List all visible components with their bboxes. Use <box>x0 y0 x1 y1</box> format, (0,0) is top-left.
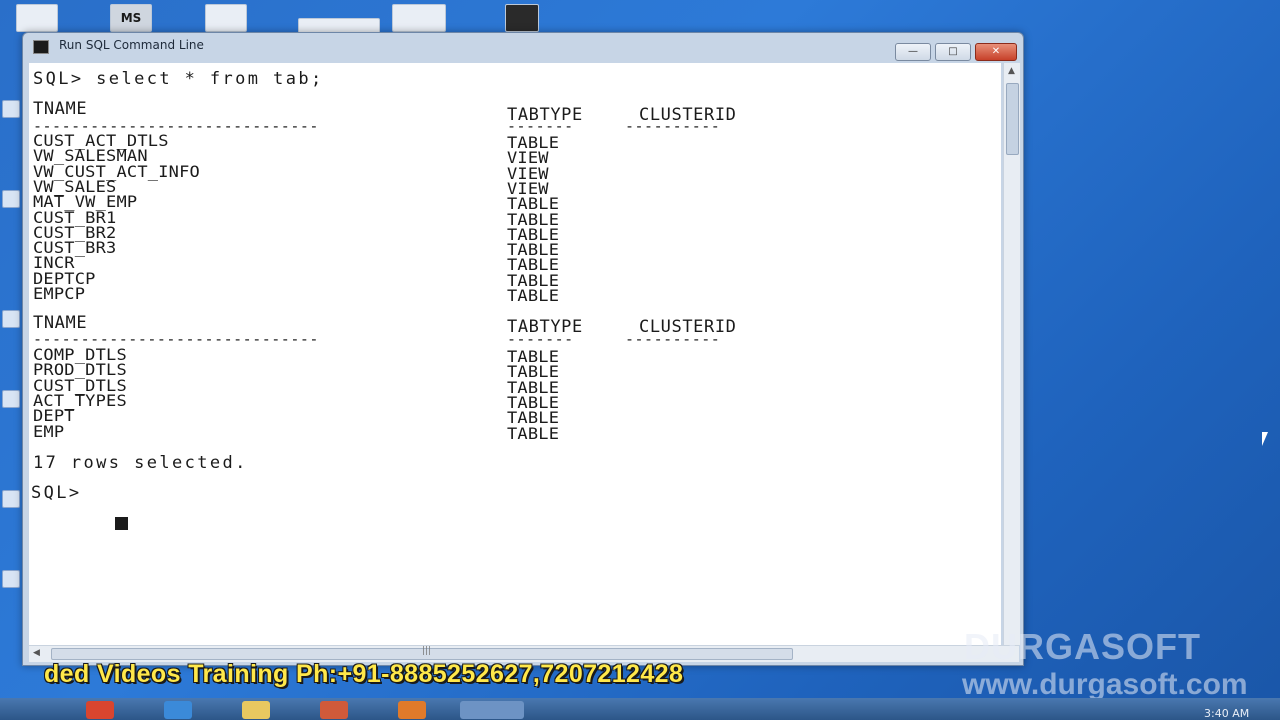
title-bar[interactable]: Run SQL Command Line — □ ✕ <box>23 33 1023 61</box>
table-row-name: MAT_VW_EMP <box>33 193 138 212</box>
header-underline: ---------- <box>625 330 721 348</box>
table-row-name: DEPT <box>33 407 75 426</box>
table-row-name: DEPTCP <box>33 269 96 289</box>
table-row-type: TABLE <box>507 241 560 260</box>
table-row-name: VW_SALES <box>33 178 117 197</box>
scroll-up-arrow-icon[interactable]: ▲ <box>1006 65 1017 77</box>
sql-prompt: SQL> <box>31 483 82 503</box>
table-row-type: TABLE <box>507 287 560 306</box>
console-app-icon <box>33 40 49 54</box>
sql-command-window: Run SQL Command Line — □ ✕ SQL> select *… <box>22 32 1024 666</box>
explorer-taskbar-icon[interactable] <box>242 701 270 719</box>
desktop-app-icon[interactable] <box>2 100 20 118</box>
desktop: MS Run SQL Command Line — □ ✕ SQL> selec… <box>0 0 1280 720</box>
desktop-console-icon[interactable] <box>505 4 539 32</box>
minimize-button[interactable]: — <box>895 43 931 61</box>
table-row-name: INCR <box>33 254 75 274</box>
table-row-name: CUST_DTLS <box>33 376 127 396</box>
text-cursor <box>115 517 128 530</box>
scroll-left-arrow-icon[interactable]: ◀ <box>33 648 40 658</box>
desktop-shortcut-icon[interactable] <box>392 4 446 32</box>
site-watermark: www.durgasoft.com <box>962 668 1248 701</box>
taskbar-clock: 3:40 AM <box>1204 707 1250 720</box>
header-underline: ------- <box>507 117 574 135</box>
brand-watermark: DURGASOFT <box>964 626 1201 667</box>
horizontal-scroll-thumb[interactable]: ||| <box>51 646 793 660</box>
sql-taskbar-icon[interactable] <box>460 701 524 719</box>
table-row-type: TABLE <box>507 363 560 382</box>
table-row-type: VIEW <box>507 180 549 199</box>
table-row-type: TABLE <box>507 226 560 245</box>
header-underline: ------- <box>507 330 574 348</box>
table-row-type: TABLE <box>507 394 560 413</box>
desktop-app-icon[interactable] <box>2 390 20 408</box>
table-row-type: TABLE <box>507 134 560 153</box>
table-row-name: CUST_BR2 <box>33 224 117 243</box>
maximize-button[interactable]: □ <box>935 43 971 61</box>
table-row-type: TABLE <box>507 409 560 428</box>
table-row-name: VW_CUST_ACT_INFO <box>33 162 200 182</box>
sql-command-line: SQL> select * from tab; <box>33 69 324 89</box>
table-row-name: ACT_TYPES <box>33 392 127 411</box>
table-row-type: VIEW <box>507 149 549 168</box>
table-row-type: TABLE <box>507 195 560 214</box>
mouse-pointer-icon <box>1262 432 1268 446</box>
scroll-grip-icon: ||| <box>422 646 432 656</box>
table-row-name: CUST_BR3 <box>33 239 117 258</box>
ie-taskbar-icon[interactable] <box>164 701 192 719</box>
table-row-type: TABLE <box>507 378 560 398</box>
rows-selected-summary: 17 rows selected. <box>33 453 248 473</box>
table-row-name: CUST_BR1 <box>33 208 117 228</box>
table-row-name: CUST_ACT_DTLS <box>33 132 169 151</box>
table-row-type: TABLE <box>507 256 560 276</box>
close-button[interactable]: ✕ <box>975 43 1017 61</box>
desktop-app-icon[interactable] <box>2 190 20 208</box>
desktop-recycle-icon[interactable] <box>16 4 58 32</box>
console-output[interactable]: SQL> select * from tab; TNAME TABTYPE CL… <box>29 63 1001 645</box>
table-row-name: VW_SALESMAN <box>33 147 148 166</box>
media-taskbar-icon[interactable] <box>320 701 348 719</box>
table-row-type: TABLE <box>507 271 560 291</box>
desktop-document-icon[interactable] <box>205 4 247 32</box>
desktop-app-icon[interactable] <box>2 570 20 588</box>
window-title: Run SQL Command Line <box>59 38 204 52</box>
table-row-name: EMPCP <box>33 285 86 304</box>
chrome-taskbar-icon[interactable] <box>86 701 114 719</box>
column-header-tname: TNAME <box>33 99 88 119</box>
table-row-type: VIEW <box>507 164 549 184</box>
desktop-ms-icon[interactable]: MS <box>110 4 152 32</box>
desktop-icon-strip <box>0 60 20 660</box>
table-row-type: TABLE <box>507 210 560 230</box>
table-row-name: EMP <box>33 422 65 442</box>
header-underline: ---------- <box>625 117 721 135</box>
table-row-type: TABLE <box>507 348 560 367</box>
table-row-name: PROD_DTLS <box>33 361 127 380</box>
desktop-app-icon[interactable] <box>2 490 20 508</box>
vertical-scrollbar[interactable]: ▲ <box>1003 63 1020 645</box>
desktop-app-icon[interactable] <box>2 310 20 328</box>
firefox-taskbar-icon[interactable] <box>398 701 426 719</box>
taskbar <box>0 698 1280 720</box>
vertical-scroll-thumb[interactable] <box>1006 83 1019 155</box>
table-row-name: COMP_DTLS <box>33 346 127 365</box>
table-row-type: TABLE <box>507 424 560 444</box>
training-banner: ded Videos Training Ph:+91-8885252627,72… <box>44 660 684 688</box>
